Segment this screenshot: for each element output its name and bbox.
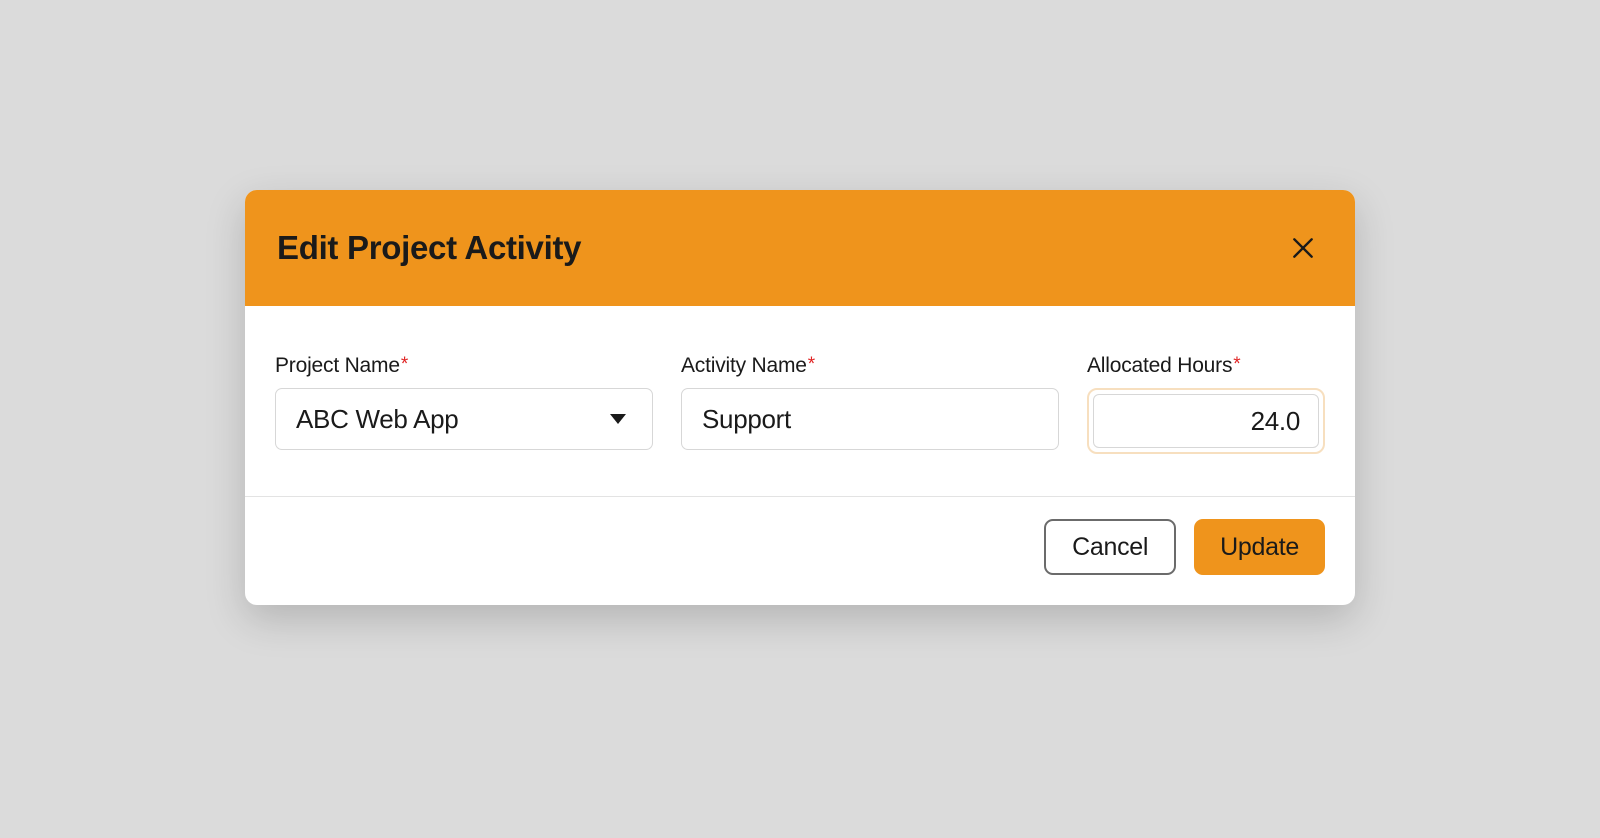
dialog-body: Project Name* ABC Web App Activity Name*…	[245, 306, 1355, 496]
required-marker: *	[401, 354, 408, 375]
project-name-value: ABC Web App	[296, 404, 458, 435]
dialog-title: Edit Project Activity	[277, 229, 581, 267]
cancel-button[interactable]: Cancel	[1044, 519, 1176, 575]
required-marker: *	[1233, 354, 1240, 375]
allocated-hours-field: Allocated Hours*	[1087, 354, 1325, 454]
activity-name-label: Activity Name*	[681, 354, 1059, 378]
close-icon	[1290, 235, 1316, 261]
allocated-hours-input[interactable]	[1093, 394, 1319, 448]
activity-name-field: Activity Name*	[681, 354, 1059, 454]
project-name-label: Project Name*	[275, 354, 653, 378]
project-name-select[interactable]: ABC Web App	[275, 388, 653, 450]
dialog-footer: Cancel Update	[245, 496, 1355, 605]
project-name-field: Project Name* ABC Web App	[275, 354, 653, 454]
dialog-header: Edit Project Activity	[245, 190, 1355, 306]
edit-project-activity-dialog: Edit Project Activity Project Name* ABC …	[245, 190, 1355, 605]
activity-name-input[interactable]	[681, 388, 1059, 450]
caret-down-icon	[610, 414, 626, 424]
required-marker: *	[808, 354, 815, 375]
label-text: Project Name	[275, 354, 400, 377]
update-button[interactable]: Update	[1194, 519, 1325, 575]
label-text: Allocated Hours	[1087, 354, 1232, 377]
label-text: Activity Name	[681, 354, 807, 377]
allocated-hours-focus-ring	[1087, 388, 1325, 454]
allocated-hours-label: Allocated Hours*	[1087, 354, 1325, 378]
close-button[interactable]	[1283, 228, 1323, 268]
